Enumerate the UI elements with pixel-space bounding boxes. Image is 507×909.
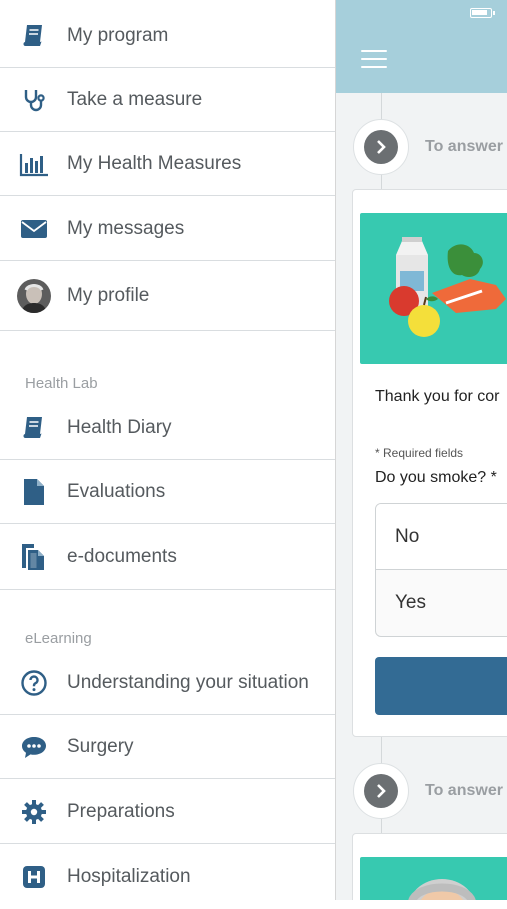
step-status-label: To answer — [425, 138, 503, 155]
question-circle-icon — [19, 668, 49, 698]
drawer-item-my-program[interactable]: My program — [0, 4, 335, 68]
drawer-item-e-documents[interactable]: e-documents — [0, 524, 335, 590]
book-icon — [19, 413, 49, 443]
drawer-item-my-health-measures[interactable]: My Health Measures — [0, 132, 335, 196]
documents-icon — [19, 542, 49, 572]
answer-options: No Yes — [375, 503, 507, 637]
drawer-item-label: Take a measure — [67, 88, 203, 110]
chevron-right-icon — [377, 784, 386, 798]
drawer-item-surgery[interactable]: Surgery — [0, 715, 335, 779]
chat-bubble-icon — [19, 732, 49, 762]
card-illustration — [360, 857, 507, 900]
gear-icon — [19, 797, 49, 827]
drawer-item-take-a-measure[interactable]: Take a measure — [0, 68, 335, 132]
navigation-drawer: My program Take a measure My Health Meas… — [0, 0, 336, 900]
required-fields-note: * Required fields — [375, 446, 464, 460]
option-yes[interactable]: Yes — [376, 570, 507, 636]
section-title-elearning: eLearning — [25, 630, 92, 647]
card-intro-text: Thank you for cor — [375, 388, 500, 405]
section-title-health-lab: Health Lab — [25, 375, 98, 392]
book-icon — [19, 21, 49, 51]
drawer-item-my-profile[interactable]: My profile — [0, 262, 335, 331]
step-indicator[interactable] — [353, 763, 409, 819]
battery-icon — [470, 8, 495, 18]
drawer-item-label: Surgery — [67, 735, 134, 757]
top-app-bar — [336, 0, 507, 93]
bar-chart-icon — [19, 149, 49, 179]
drawer-item-label: Health Diary — [67, 416, 172, 438]
drawer-item-preparations[interactable]: Preparations — [0, 780, 335, 844]
drawer-item-evaluations[interactable]: Evaluations — [0, 460, 335, 524]
drawer-item-hospitalization[interactable]: Hospitalization — [0, 845, 335, 909]
envelope-icon — [19, 214, 49, 244]
drawer-item-label: My profile — [67, 285, 150, 306]
document-icon — [19, 477, 49, 507]
avatar — [17, 279, 51, 313]
drawer-item-label: My program — [67, 24, 169, 46]
drawer-item-health-diary[interactable]: Health Diary — [0, 396, 335, 460]
main-content: To answer Thank you for cor * Required f… — [336, 0, 507, 900]
drawer-item-my-messages[interactable]: My messages — [0, 197, 335, 261]
question-label: Do you smoke? * — [375, 469, 497, 486]
hospital-icon — [19, 862, 49, 892]
healthy-lifestyle-illustration — [360, 213, 507, 364]
drawer-item-label: My messages — [67, 217, 185, 239]
stethoscope-icon — [19, 85, 49, 115]
drawer-item-label: My Health Measures — [67, 152, 242, 174]
step-indicator[interactable] — [353, 119, 409, 175]
drawer-item-label: e-documents — [67, 545, 177, 567]
drawer-item-label: Hospitalization — [67, 866, 191, 887]
step-status-label: To answer — [425, 782, 503, 799]
hamburger-menu-icon[interactable] — [361, 50, 387, 70]
submit-button[interactable] — [375, 657, 507, 715]
drawer-item-label: Evaluations — [67, 480, 166, 502]
drawer-item-label: Preparations — [67, 800, 175, 822]
option-no[interactable]: No — [376, 504, 507, 570]
drawer-item-label: Understanding your situation — [67, 671, 309, 693]
chevron-right-icon — [377, 140, 386, 154]
drawer-item-understanding-your-situation[interactable]: Understanding your situation — [0, 651, 335, 715]
